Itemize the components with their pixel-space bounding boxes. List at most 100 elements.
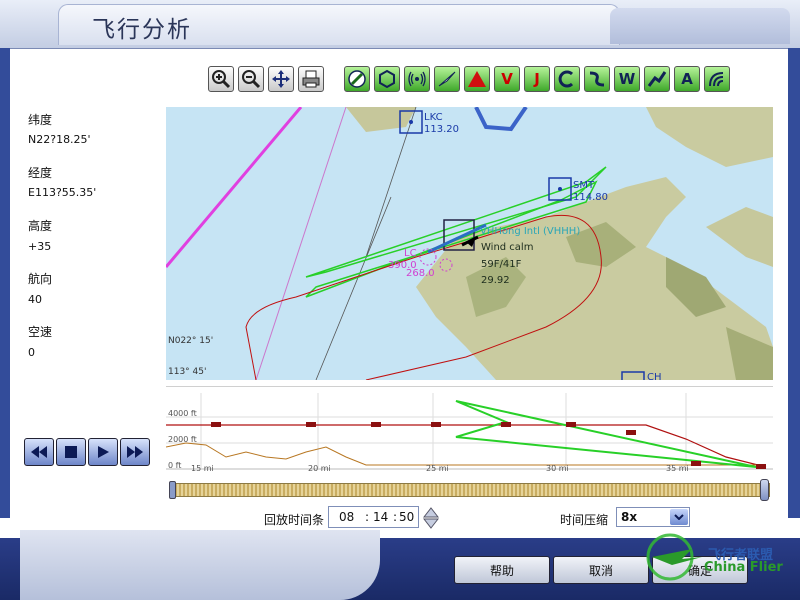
airspeed-value: 0 [28, 346, 35, 359]
profile-y-label-1: 2000 ft [168, 435, 197, 444]
heading-label: 航向 [28, 272, 53, 286]
flight-analysis-window: 飞行分析 V J W A 纬度 N22?18.25' 经度 E113?55.35… [0, 0, 800, 600]
longitude-value: E113?55.35' [28, 186, 97, 199]
wind-icon[interactable] [704, 66, 730, 92]
lc-freq-2: 268.0 [406, 268, 435, 279]
time-minutes[interactable]: 14 [373, 510, 388, 524]
marker-7 [626, 430, 636, 435]
altitude-label: A [681, 70, 693, 88]
time-compression-select[interactable]: 8x [616, 507, 690, 527]
fast-forward-icon[interactable] [120, 438, 150, 466]
time-hours[interactable]: 08 [339, 510, 354, 524]
airway-icon[interactable] [644, 66, 670, 92]
chevron-down-icon[interactable] [670, 509, 688, 525]
airport-name: VHHong Intl (VHHH) [480, 226, 581, 237]
time-field[interactable]: 08 : 14 : 50 [328, 506, 419, 528]
latitude-value: N22?18.25' [28, 133, 91, 146]
marker-2 [306, 422, 316, 427]
vor-icon[interactable] [344, 66, 370, 92]
ndb-icon[interactable] [374, 66, 400, 92]
time-seconds[interactable]: 50 [399, 510, 414, 524]
victor-airway-label: V [501, 70, 513, 88]
bottom-arc [20, 530, 380, 600]
warning-icon[interactable] [464, 66, 490, 92]
zoom-out-icon[interactable] [238, 66, 264, 92]
airspace-boundary-magenta [166, 107, 303, 268]
slider-thumb[interactable] [760, 479, 769, 501]
cancel-button[interactable]: 取消 [553, 556, 649, 584]
profile-x-label-3: 30 mi [546, 464, 569, 473]
replay-slider[interactable] [170, 483, 770, 497]
pan-icon[interactable] [268, 66, 294, 92]
profile-x-label-0: 15 mi [191, 464, 214, 473]
heading-value: 40 [28, 293, 42, 306]
longitude-tick: 113° 45' [168, 367, 207, 377]
airspeed-label: 空速 [28, 325, 53, 339]
stop-icon[interactable] [56, 438, 86, 466]
altitude-icon[interactable]: A [674, 66, 700, 92]
title-bar: 飞行分析 [0, 0, 800, 49]
smt-name: SMT [573, 180, 595, 191]
altitude-profile: 4000 ft 2000 ft 0 ft 15 mi 20 mi 25 mi 3… [166, 386, 773, 473]
marker-4 [431, 422, 441, 427]
glide-cone [455, 400, 757, 468]
latitude-label: 纬度 [28, 113, 53, 127]
airport-icon[interactable] [434, 66, 460, 92]
temp-info: 59F/41F [481, 259, 522, 270]
logo-en: China Flier [704, 560, 783, 575]
waypoint-label: W [618, 70, 636, 88]
play-icon[interactable] [88, 438, 118, 466]
altitude-value: +35 [28, 240, 52, 253]
time-spinner[interactable] [423, 507, 439, 529]
ch-name: CH [647, 372, 662, 380]
left-frame [0, 48, 10, 518]
marker-5 [501, 422, 511, 427]
print-icon[interactable] [298, 66, 324, 92]
lc-name: LC [404, 248, 417, 259]
profile-x-label-4: 35 mi [666, 464, 689, 473]
jet-airway-icon[interactable]: J [524, 66, 550, 92]
right-frame [788, 48, 800, 518]
profile-y-label-0: 4000 ft [168, 409, 197, 418]
marker-1 [211, 422, 221, 427]
land-north [646, 107, 773, 167]
profile-x-label-2: 25 mi [426, 464, 449, 473]
slider-start-handle[interactable] [169, 481, 176, 499]
logo: 飞行者联盟 China Flier [642, 527, 798, 587]
waypoint-icon[interactable]: W [614, 66, 640, 92]
wind-info: Wind calm [481, 242, 534, 253]
help-button[interactable]: 帮助 [454, 556, 550, 584]
smt-vor-dot [558, 187, 562, 191]
time-sep-2: : [393, 510, 398, 524]
window-title: 飞行分析 [92, 17, 192, 43]
altitude-field-label: 高度 [28, 219, 53, 233]
lkc-freq: 113.20 [424, 124, 459, 135]
profile-y-label-2: 0 ft [168, 461, 182, 470]
approach-icon[interactable] [554, 66, 580, 92]
blue-route [474, 107, 528, 132]
flight-map[interactable]: LKC 113.20 SMT 114.80 VHHong Intl (VHHH)… [166, 107, 773, 380]
rewind-icon[interactable] [24, 438, 54, 466]
title-tab-right [610, 8, 790, 44]
lkc-name: LKC [424, 112, 443, 123]
ils-icon[interactable] [404, 66, 430, 92]
marker-8 [691, 461, 701, 466]
zoom-in-icon[interactable] [208, 66, 234, 92]
marker-6 [566, 422, 576, 427]
marker-9 [756, 464, 766, 469]
replay-time-label: 回放时间条 [264, 513, 325, 527]
marker-3 [371, 422, 381, 427]
time-compression-label: 时间压缩 [560, 513, 609, 527]
victor-airway-icon[interactable]: V [494, 66, 520, 92]
time-compression-value: 8x [621, 510, 638, 524]
smt-freq: 114.80 [573, 192, 608, 203]
longitude-label: 经度 [28, 166, 53, 180]
land-east [706, 207, 773, 267]
lkc-vor-dot [409, 120, 413, 124]
terrain-line [166, 442, 766, 466]
latitude-tick: N022° 15' [168, 336, 214, 346]
profile-x-label-1: 20 mi [308, 464, 331, 473]
flight-altitude [166, 424, 767, 468]
route-icon[interactable] [584, 66, 610, 92]
pressure-info: 29.92 [481, 275, 510, 286]
